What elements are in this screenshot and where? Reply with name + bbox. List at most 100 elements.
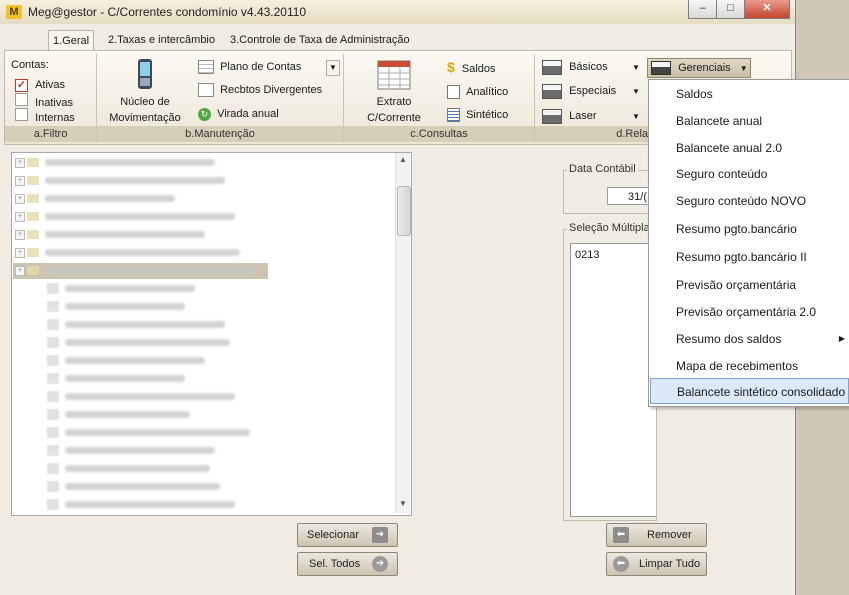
menu-item-1[interactable]: Balancete anual xyxy=(650,108,849,134)
tree-row[interactable] xyxy=(65,447,215,454)
tab-taxas[interactable]: 2.Taxas e intercâmbio xyxy=(104,30,219,50)
extrato-button[interactable]: Extrato C/Corrente xyxy=(358,60,430,126)
analitico-button[interactable]: Analítico xyxy=(447,85,508,100)
tree-row[interactable] xyxy=(65,285,195,292)
especiais-button[interactable]: Especiais xyxy=(542,84,616,99)
tree-scrollbar[interactable]: ▲ ▼ xyxy=(395,153,411,513)
tree-expand-icon[interactable]: + xyxy=(15,176,25,186)
printer-icon xyxy=(651,61,671,76)
tree-row[interactable] xyxy=(45,267,255,274)
sintetico-button[interactable]: Sintético xyxy=(447,108,509,123)
menu-item-label: Mapa de recebimentos xyxy=(676,359,799,373)
tree-expand-icon[interactable]: + xyxy=(15,212,25,222)
tree-expand-icon[interactable]: + xyxy=(15,248,25,258)
laser-button[interactable]: Laser xyxy=(542,109,597,124)
checkbox-internas[interactable] xyxy=(15,108,28,121)
tree-row[interactable] xyxy=(65,465,210,472)
tree-row[interactable] xyxy=(65,303,185,310)
tree-row[interactable] xyxy=(45,195,175,202)
tree-expand-icon[interactable]: + xyxy=(15,230,25,240)
account-icon xyxy=(47,481,59,492)
close-button[interactable]: ✕ xyxy=(744,0,790,19)
plano-contas-label: Plano de Contas xyxy=(220,61,302,73)
tree-row[interactable] xyxy=(65,393,235,400)
account-icon xyxy=(47,301,59,312)
sintetico-label: Sintético xyxy=(466,109,509,121)
tree-row[interactable] xyxy=(45,231,205,238)
tree-row[interactable] xyxy=(65,321,225,328)
menu-item-7[interactable]: Previsão orçamentária xyxy=(650,272,849,298)
menu-item-3[interactable]: Seguro conteúdo xyxy=(650,161,849,187)
tree-row[interactable] xyxy=(65,339,230,346)
sel-todos-button[interactable]: Sel. Todos ➜ xyxy=(297,552,398,576)
basicos-button[interactable]: Básicos xyxy=(542,60,608,75)
menu-item-0[interactable]: Saldos xyxy=(650,81,849,107)
laser-dropdown-arrow[interactable]: ▼ xyxy=(632,110,640,124)
account-tree-rows: + + + + + + + xyxy=(11,152,395,514)
app-icon: M xyxy=(6,5,22,19)
tab-geral[interactable]: 1.Geral xyxy=(48,30,95,51)
selecao-multipla-legend: Seleção Múltipla xyxy=(567,222,652,234)
tree-expand-icon[interactable]: + xyxy=(15,266,25,276)
scroll-up-icon[interactable]: ▲ xyxy=(399,155,407,164)
menu-item-4[interactable]: Seguro conteúdo NOVO xyxy=(650,188,849,214)
nucleo-label-2: Movimentação xyxy=(109,112,181,124)
tree-row[interactable] xyxy=(45,249,240,256)
folder-icon xyxy=(27,158,39,167)
menu-item-10[interactable]: Mapa de recebimentos xyxy=(650,353,849,379)
maximize-button[interactable]: □ xyxy=(716,0,745,19)
selecionar-button[interactable]: Selecionar ➜ xyxy=(297,523,398,547)
checkbox-inativas[interactable] xyxy=(15,93,28,106)
nucleo-label-1: Núcleo de xyxy=(120,96,170,108)
account-icon xyxy=(47,445,59,456)
extrato-label-1: Extrato xyxy=(376,96,412,108)
minimize-button[interactable]: – xyxy=(688,0,717,19)
window-title: Meg@gestor - C/Correntes condomínio v4.4… xyxy=(28,5,307,19)
contas-label: Contas: xyxy=(11,59,49,71)
tree-row[interactable] xyxy=(65,411,190,418)
data-contabil-input[interactable]: 31/( xyxy=(607,187,651,205)
filter-ativas[interactable]: Ativas xyxy=(15,78,65,92)
filter-internas[interactable]: Internas xyxy=(15,108,75,125)
arrow-left-icon: ⬅ xyxy=(613,527,629,543)
menu-item-8[interactable]: Previsão orçamentária 2.0 xyxy=(650,299,849,325)
plano-contas-dropdown-arrow[interactable]: ▼ xyxy=(326,60,340,76)
menu-item-5[interactable]: Resumo pgto.bancário xyxy=(650,216,849,242)
recbtos-divergentes-button[interactable]: Recbtos Divergentes xyxy=(198,83,323,98)
basicos-dropdown-arrow[interactable]: ▼ xyxy=(632,61,640,75)
tree-expand-icon[interactable]: + xyxy=(15,194,25,204)
saldos-button[interactable]: $ Saldos xyxy=(447,60,496,76)
virada-anual-button[interactable]: ↻ Virada anual xyxy=(198,107,279,121)
list-item[interactable]: 0213 xyxy=(575,249,599,261)
account-icon xyxy=(47,337,59,348)
menu-item-2[interactable]: Balancete anual 2.0 xyxy=(650,135,849,161)
remover-button[interactable]: ⬅ Remover xyxy=(606,523,707,547)
checkbox-ativas[interactable] xyxy=(15,79,28,92)
scroll-down-icon[interactable]: ▼ xyxy=(399,499,407,508)
tab-controle-taxa[interactable]: 3.Controle de Taxa de Administração xyxy=(226,30,414,50)
nucleo-button[interactable]: Núcleo de Movimentação xyxy=(104,58,186,126)
scrollbar-thumb[interactable] xyxy=(397,186,411,236)
menu-item-9[interactable]: Resumo dos saldos ▶ xyxy=(650,326,849,352)
tree-row[interactable] xyxy=(65,501,235,508)
menu-item-6[interactable]: Resumo pgto.bancário II xyxy=(650,244,849,270)
tree-row[interactable] xyxy=(65,429,250,436)
tree-row[interactable] xyxy=(65,375,185,382)
especiais-dropdown-arrow[interactable]: ▼ xyxy=(632,85,640,99)
tree-row[interactable] xyxy=(45,159,215,166)
tree-row[interactable] xyxy=(65,357,205,364)
menu-item-label: Saldos xyxy=(676,87,713,101)
tree-expand-icon[interactable]: + xyxy=(15,158,25,168)
selecao-multipla-list[interactable]: 0213 xyxy=(570,243,656,517)
gerenciais-button[interactable]: Gerenciais ▼ xyxy=(647,58,751,78)
account-icon xyxy=(47,373,59,384)
plano-contas-button[interactable]: Plano de Contas xyxy=(198,60,302,75)
tree-row[interactable] xyxy=(65,483,220,490)
tree-row[interactable] xyxy=(45,177,225,184)
tree-row[interactable] xyxy=(45,213,235,220)
limpar-tudo-button[interactable]: ⬅ Limpar Tudo xyxy=(606,552,707,576)
account-icon xyxy=(47,355,59,366)
group-label-manutencao: b.Manutenção xyxy=(97,126,344,142)
menu-item-11[interactable]: Balancete sintético consolidado xyxy=(650,378,849,404)
recbtos-label: Recbtos Divergentes xyxy=(220,84,323,96)
